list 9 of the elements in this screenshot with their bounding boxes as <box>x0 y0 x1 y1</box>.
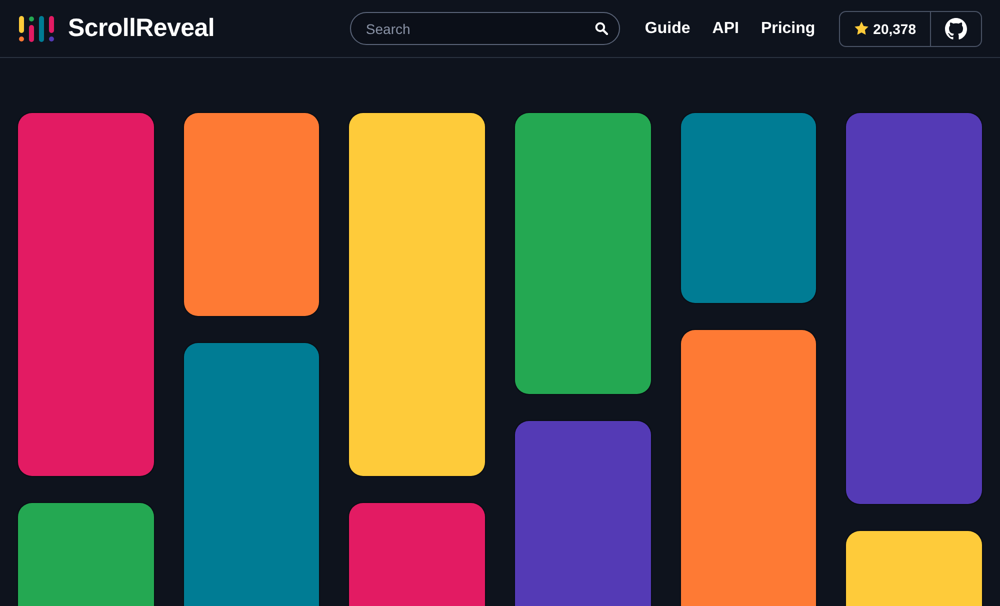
nav-link[interactable]: Guide <box>644 20 690 38</box>
search-field[interactable]: Search <box>350 12 620 45</box>
search-icon <box>594 22 608 35</box>
nav-link[interactable]: API <box>712 20 739 38</box>
brand-name: ScrollReveal <box>68 14 214 43</box>
github-icon <box>945 18 967 40</box>
logo-icon <box>18 16 54 42</box>
star-icon <box>854 21 870 36</box>
nav-link[interactable]: Pricing <box>760 20 816 38</box>
